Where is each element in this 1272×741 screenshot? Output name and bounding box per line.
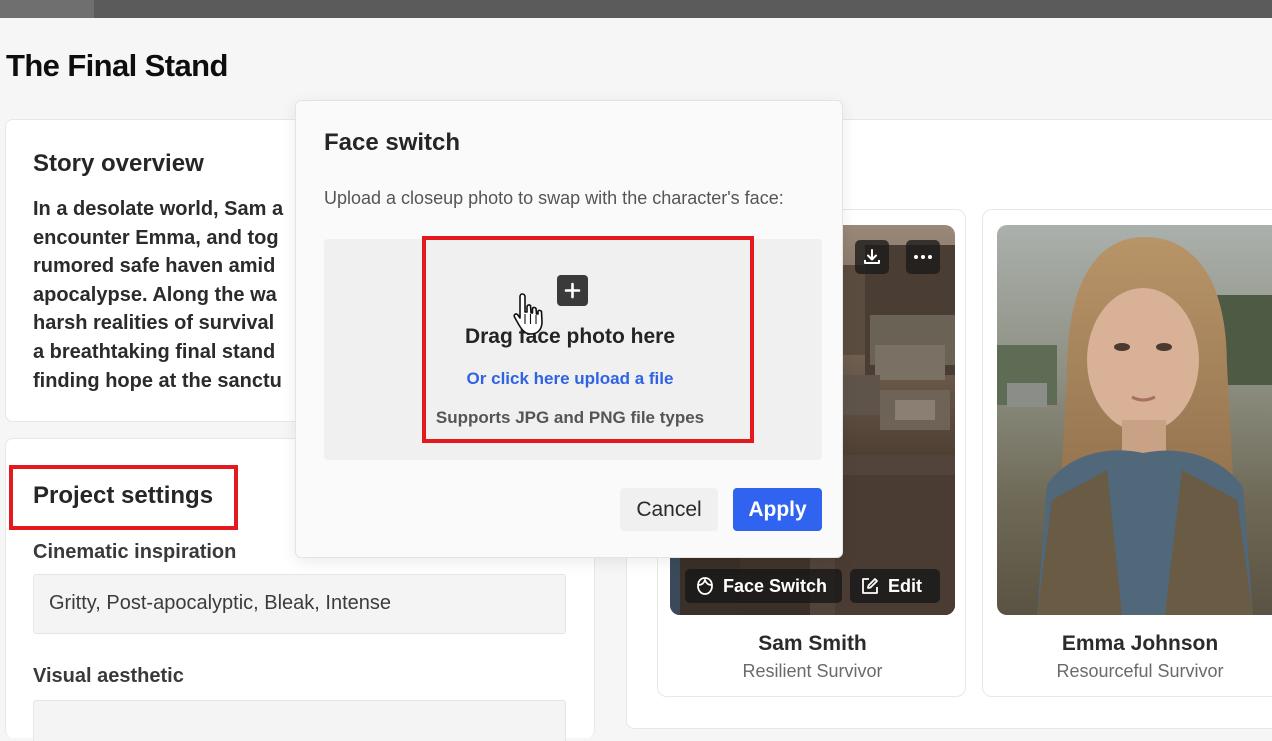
hand-cursor-icon	[513, 293, 543, 335]
edit-label: Edit	[888, 575, 922, 596]
highlight-box-settings	[9, 465, 238, 530]
more-icon	[914, 255, 932, 259]
character-role: Resourceful Survivor	[1056, 661, 1224, 681]
cinematic-inspiration-input[interactable]: Gritty, Post-apocalyptic, Bleak, Intense	[33, 574, 566, 634]
apply-button[interactable]: Apply	[733, 488, 822, 531]
character-name: Emma Johnson	[1061, 632, 1219, 655]
cinematic-inspiration-label: Cinematic inspiration	[33, 541, 237, 563]
cancel-button[interactable]: Cancel	[620, 488, 718, 531]
page-title: The Final Stand	[6, 48, 228, 83]
visual-aesthetic-input[interactable]	[33, 700, 566, 741]
more-options-button[interactable]	[906, 240, 940, 274]
character-name: Sam Smith	[758, 632, 867, 655]
edit-button[interactable]: Edit	[850, 569, 940, 603]
face-switch-label: Face Switch	[723, 575, 828, 596]
download-button[interactable]	[855, 240, 889, 274]
edit-icon	[862, 578, 878, 594]
story-line: finding hope at the sanctu	[33, 369, 282, 392]
face-icon	[697, 577, 713, 595]
story-overview-heading: Story overview	[33, 150, 204, 177]
story-line: encounter Emma, and tog	[33, 226, 279, 249]
highlight-box-dropzone	[422, 236, 754, 443]
visual-aesthetic-label: Visual aesthetic	[33, 665, 184, 687]
story-line: In a desolate world, Sam a	[33, 198, 284, 220]
emma-photo-image	[997, 225, 1272, 615]
story-line: apocalypse. Along the wa	[33, 283, 277, 306]
browser-tab[interactable]	[0, 0, 94, 18]
modal-subtitle: Upload a closeup photo to swap with the …	[324, 188, 784, 208]
story-line: rumored safe haven amid	[33, 255, 276, 278]
character-card-emma[interactable]: Emma Johnson Resourceful Survivor	[982, 209, 1272, 697]
face-switch-button[interactable]: Face Switch	[685, 569, 842, 603]
character-photo-emma[interactable]	[997, 225, 1272, 615]
browser-top-bar	[0, 0, 1272, 18]
character-role: Resilient Survivor	[742, 661, 883, 681]
story-overview-text: In a desolate world, Sam a encounter Emm…	[33, 195, 295, 395]
download-icon	[864, 249, 880, 264]
story-line: a breathtaking final stand	[33, 340, 276, 363]
modal-title: Face switch	[324, 129, 461, 156]
story-line: harsh realities of survival	[33, 312, 275, 335]
